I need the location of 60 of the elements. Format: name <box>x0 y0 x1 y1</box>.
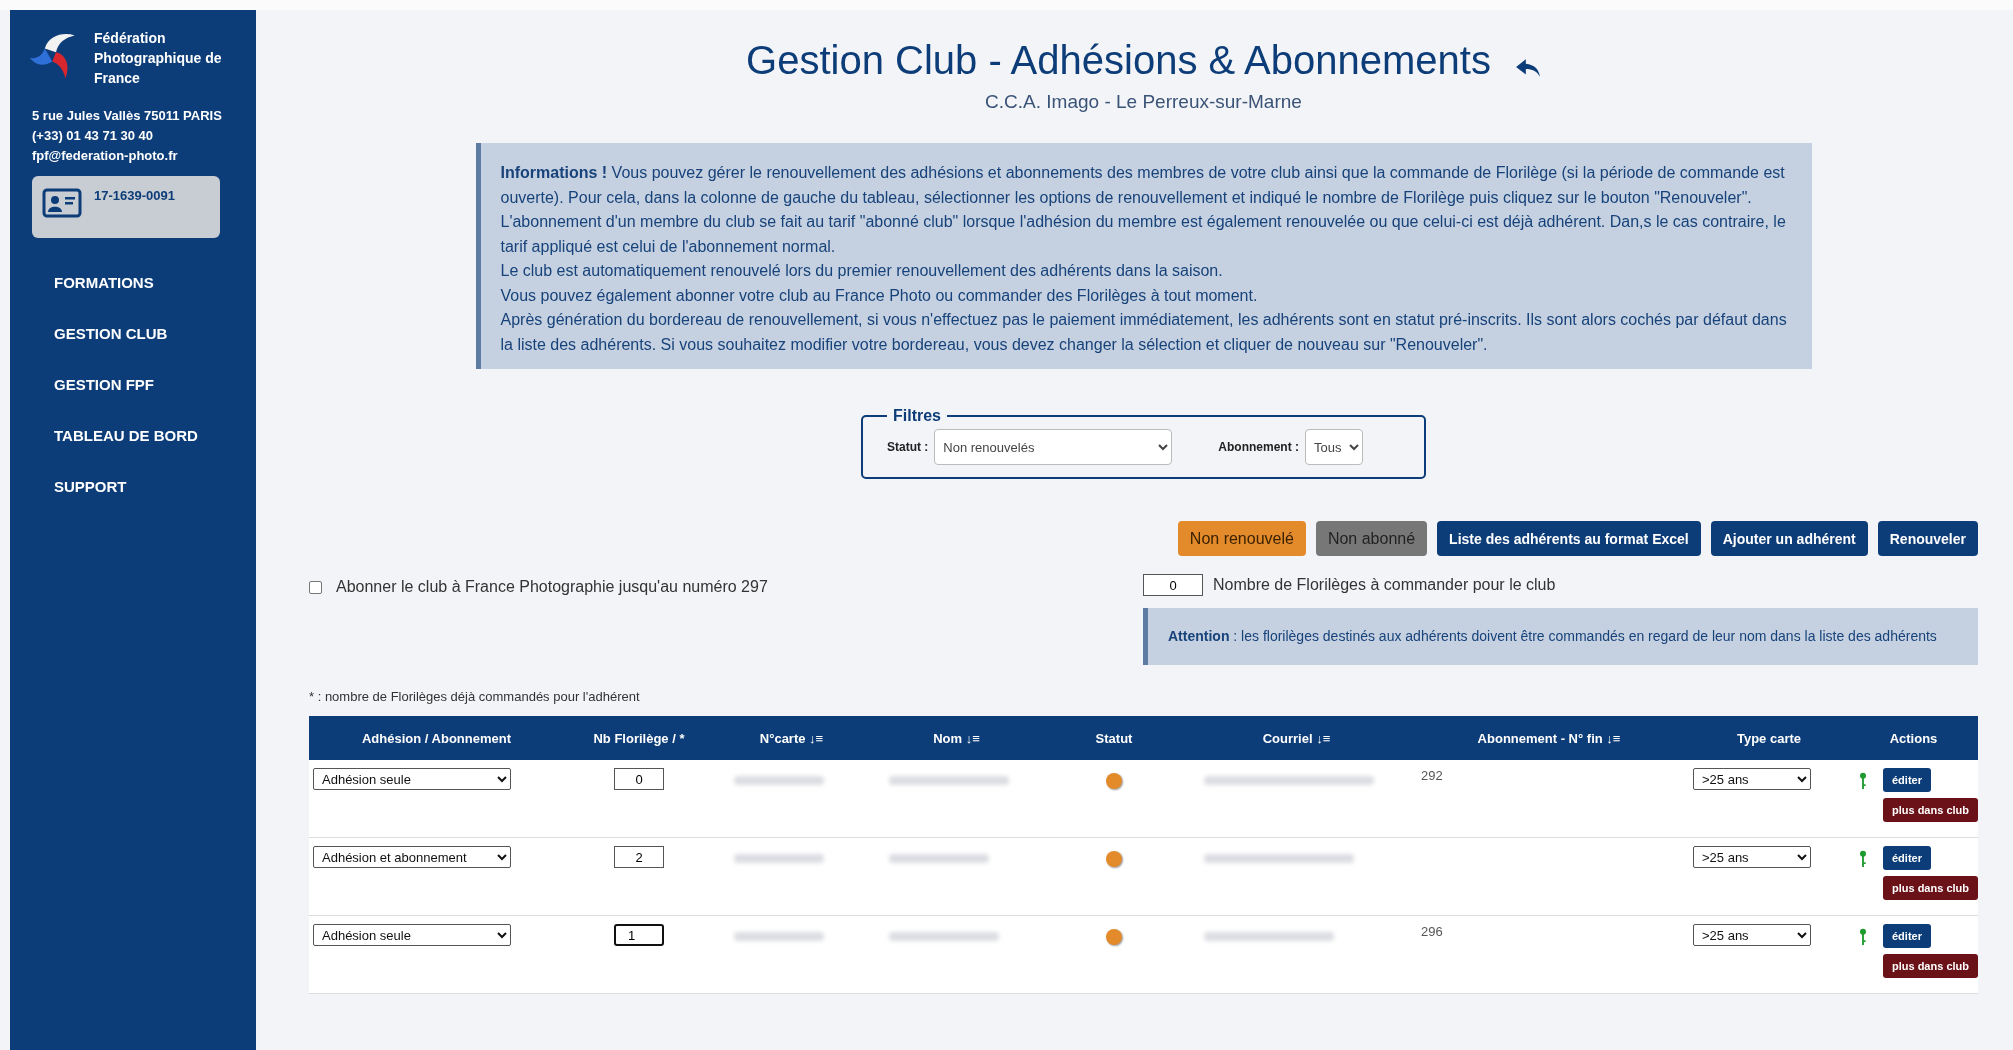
info-text: Vous pouvez également abonner votre club au France Photo ou commander des Florilèges à tout moment. <box>500 285 1259 306</box>
card-number: 17-1639-0091 <box>94 188 175 203</box>
subscription-select[interactable]: Tous <box>1305 429 1363 465</box>
action-button[interactable]: Liste des adhérents au format Excel <box>1437 521 1701 556</box>
id-card-icon <box>42 188 82 218</box>
column-header[interactable]: N°carte ↓≡ <box>714 730 869 746</box>
card-type-select[interactable]: >25 ans <box>1693 924 1811 946</box>
nav-item[interactable]: GESTION CLUB <box>54 325 236 342</box>
action-button[interactable]: Renouveler <box>1877 521 1978 556</box>
attention-text: Attention : les florilèges destinés aux adhérents doivent être commandés en regard de leur nom dans la liste des adhérents <box>1168 628 1937 644</box>
footnote: * : nombre de Florilèges déjà commandés pour l'adhérent <box>309 689 641 704</box>
action-button[interactable]: Non renouvelé <box>1177 521 1306 556</box>
remove-button[interactable]: plus dans club <box>1883 876 1978 900</box>
edit-button[interactable]: éditer <box>1883 846 1931 870</box>
action-button[interactable]: Ajouter un adhérent <box>1710 521 1868 556</box>
quantity-field[interactable]: 1 <box>614 924 664 946</box>
membership-select[interactable]: Adhésion seule <box>313 924 511 946</box>
address: 5 rue Jules Vallès 75011 PARIS <box>32 107 223 125</box>
membership-select[interactable]: Adhésion et abonnement <box>313 846 511 868</box>
phone: (+33) 01 43 71 30 40 <box>32 127 155 145</box>
club-name: C.C.A. Imago - Le Perreux-sur-Marne <box>984 91 1303 113</box>
column-header[interactable]: Adhésion / Abonnement <box>309 730 564 746</box>
nav-item[interactable]: GESTION FPF <box>54 376 236 393</box>
column-header[interactable]: Abonnement - N° fin ↓≡ <box>1409 730 1689 746</box>
nav-item[interactable]: SUPPORT <box>54 478 236 495</box>
remove-button[interactable]: plus dans club <box>1883 954 1978 978</box>
nav-item[interactable]: TABLEAU DE BORD <box>54 427 236 444</box>
info-text: L'abonnement d'un membre du club se fait au tarif "abonné club" lorsque l'adhésion du membre est également renouvelée ou que celui-ci est déjà adhérent. Dan,s le cas contraire, le tarif appliqué est celui de l'abonnement normal. <box>500 212 1787 257</box>
membership-select[interactable]: Adhésion seule <box>313 768 511 790</box>
quantity-field[interactable]: 0 <box>614 768 664 790</box>
subscription-label: Abonnement : <box>1218 440 1299 454</box>
edit-button[interactable]: éditer <box>1883 924 1931 948</box>
quantity-field[interactable]: 0 <box>1143 574 1203 596</box>
checkbox[interactable] <box>309 580 322 594</box>
org-name: Fédération Photographique de France <box>94 29 223 88</box>
card-type-select[interactable]: >25 ans <box>1693 846 1811 868</box>
page-title: Gestion Club - Adhésions & Abonnements <box>746 38 1491 83</box>
quantity-label: Nombre de Florilèges à commander pour le club <box>1213 576 1556 594</box>
info-text: Informations ! Vous pouvez gérer le renouvellement des adhésions et abonnements des membres de votre club ainsi que la commande de Florilège (si la période de commande est ouverte). Pour cela, dans la colonne de gauche du tableau, sélectionner les options de renouvellement et indiqué le nombre de Florilège puis cliquez sur le bouton "Renouveler". <box>500 163 1786 208</box>
remove-button[interactable]: plus dans club <box>1883 798 1978 822</box>
nav-item[interactable]: FORMATIONS <box>54 274 236 291</box>
status-label: Statut : <box>887 440 929 454</box>
card-type-select[interactable]: >25 ans <box>1693 768 1811 790</box>
column-header[interactable]: Statut <box>1044 730 1184 746</box>
action-button[interactable]: Non abonné <box>1315 521 1428 556</box>
column-header[interactable]: Type carte <box>1689 730 1849 746</box>
column-header[interactable]: Nb Florilège / * <box>564 730 714 746</box>
checkbox-label: Abonner le club à France Photographie jusqu'au numéro 297 <box>336 578 768 596</box>
status-select[interactable]: Non renouvelés <box>934 429 1173 465</box>
info-text: Après génération du bordereau de renouvellement, si vous n'effectuez pas le paiement immédiatement, les adhérents sont en statut pré-inscrits. Ils sont alors cochés par défaut dans la liste des adhérents. Si vous souhaitez modifier votre bordereau, vous devez changer la sélection et cliquer de nouveau sur "Renouveler". <box>500 310 1788 355</box>
edit-button[interactable]: éditer <box>1883 768 1931 792</box>
table-cell: 296 <box>1421 924 1443 939</box>
column-header[interactable]: Courriel ↓≡ <box>1184 730 1409 746</box>
info-text: Le club est automatiquement renouvelé lors du premier renouvellement des adhérents dans la saison. <box>500 261 1224 281</box>
column-header[interactable]: Nom ↓≡ <box>869 730 1044 746</box>
table-cell: 292 <box>1421 768 1443 783</box>
column-header[interactable]: Actions <box>1849 730 1978 746</box>
quantity-field[interactable]: 2 <box>614 846 664 868</box>
email: fpf@federation-photo.fr <box>32 147 179 165</box>
filters-legend: Filtres <box>887 407 947 425</box>
